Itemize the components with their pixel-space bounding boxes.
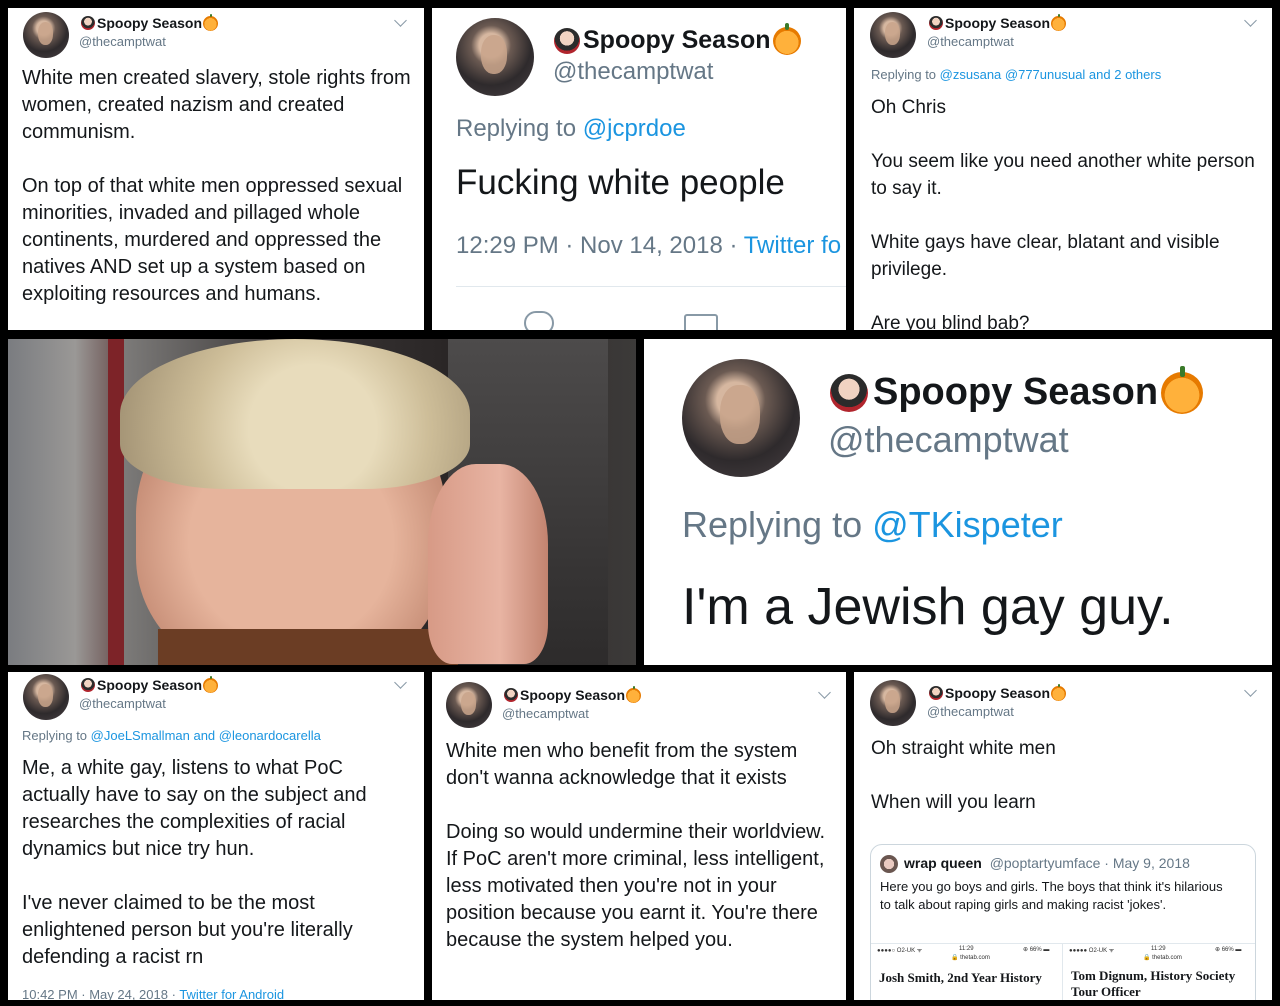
pumpkin-emoji-icon <box>203 13 219 31</box>
reply-context: Replying to @zsusana @777unusual and 2 o… <box>871 67 1162 82</box>
chevron-down-icon[interactable] <box>1244 14 1257 27</box>
tweet-text: Me, a white gay, listens to what PoC act… <box>22 757 367 968</box>
chevron-down-icon[interactable] <box>818 686 831 699</box>
status-carrier: ●●●●○ O2-UK ᯤ <box>877 948 923 954</box>
quote-text: Here you go boys and girls. The boys tha… <box>880 879 1223 912</box>
tweet-panel-7: Spoopy Season @thecamptwat Oh straight w… <box>854 672 1272 1000</box>
url-bar: 🔒 thetab.com <box>951 955 990 961</box>
vampire-emoji-icon <box>830 373 868 412</box>
pumpkin-emoji-icon <box>626 685 642 703</box>
shirt <box>158 629 458 665</box>
vampire-emoji-icon <box>929 16 943 30</box>
selfie-photo <box>8 339 636 665</box>
display-name[interactable]: Spoopy Season <box>81 13 219 31</box>
tweet-panel-1: Spoopy Season @thecamptwat White men cre… <box>8 8 424 330</box>
article-headline: Josh Smith, 2nd Year History <box>879 970 1042 985</box>
display-name[interactable]: Spoopy Season <box>554 23 801 55</box>
quote-image-left[interactable]: ●●●●○ O2-UK ᯤ 11:29 ⊕ 66% ▬ 🔒 thetab.com… <box>871 943 1063 1000</box>
user-handle[interactable]: @thecamptwat <box>927 704 1014 719</box>
avatar[interactable] <box>870 680 916 726</box>
tweet-panel-3: Spoopy Season @thecamptwat Replying to @… <box>854 8 1272 330</box>
thumb-hand <box>428 464 548 664</box>
reply-context: Replying to @jcprdoe <box>456 115 686 142</box>
vampire-emoji-icon <box>81 678 95 692</box>
avatar[interactable] <box>23 674 69 720</box>
divider <box>456 286 846 287</box>
user-handle[interactable]: @thecamptwat <box>553 58 713 86</box>
status-battery: ⊕ 66% ▬ <box>1215 947 1242 953</box>
status-clock: 11:29 <box>1151 946 1166 952</box>
avatar[interactable] <box>446 682 492 728</box>
tweet-text: White men who benefit from the system do… <box>446 740 826 951</box>
hair <box>120 339 470 489</box>
status-clock: 11:29 <box>959 946 974 952</box>
tweet-text: Oh straight white men When will you lear… <box>871 738 1056 813</box>
avatar[interactable] <box>456 18 534 96</box>
reply-context: Replying to @JoeLSmallman and @leonardoc… <box>22 728 321 743</box>
user-handle[interactable]: @thecamptwat <box>79 696 166 711</box>
pumpkin-emoji-icon <box>1161 366 1204 414</box>
red-frame <box>108 339 124 665</box>
tweet-text: I'm a Jewish gay guy. <box>682 578 1174 636</box>
quote-handle-date: @poptartyumface · May 9, 2018 <box>989 855 1190 871</box>
reply-context: Replying to @TKispeter <box>682 504 1063 545</box>
reply-mention-link[interactable]: @zsusana @777unusual and 2 others <box>940 67 1162 82</box>
user-handle[interactable]: @thecamptwat <box>79 34 166 49</box>
tweet-text: White men created slavery, stole rights … <box>22 67 411 305</box>
vampire-emoji-icon <box>81 16 95 30</box>
status-battery: ⊕ 66% ▬ <box>1023 947 1050 953</box>
vampire-emoji-icon <box>554 27 580 54</box>
chevron-down-icon[interactable] <box>394 676 407 689</box>
reply-mention-link[interactable]: @TKispeter <box>872 504 1063 545</box>
tweet-panel-5: Spoopy Season @thecamptwat Replying to @… <box>8 672 424 1000</box>
display-name[interactable]: Spoopy Season <box>504 685 642 703</box>
avatar[interactable] <box>682 359 800 477</box>
source-link[interactable]: Twitter for Android <box>179 987 284 1000</box>
chevron-down-icon[interactable] <box>394 14 407 27</box>
display-name[interactable]: Spoopy Season <box>929 683 1067 701</box>
reply-icon[interactable] <box>524 311 554 330</box>
quote-display-name[interactable]: wrap queen <box>904 855 982 871</box>
tweet-metadata: 12:29 PM · Nov 14, 2018 · Twitter fo <box>456 232 842 259</box>
tweet-text: Fucking white people <box>456 163 785 202</box>
article-headline: Tom Dignum, History Society Tour Officer <box>1071 968 1236 999</box>
door-frame <box>8 339 120 665</box>
user-handle[interactable]: @thecamptwat <box>927 34 1014 49</box>
pumpkin-emoji-icon <box>1051 683 1067 701</box>
vampire-emoji-icon <box>504 688 518 702</box>
status-carrier: ●●●●● O2-UK ᯤ <box>1069 948 1115 954</box>
vampire-emoji-icon <box>929 686 943 700</box>
pumpkin-emoji-icon <box>1051 13 1067 31</box>
user-handle[interactable]: @thecamptwat <box>502 706 589 721</box>
avatar[interactable] <box>870 12 916 58</box>
avatar[interactable] <box>23 12 69 58</box>
quote-image-right[interactable]: ●●●●● O2-UK ᯤ 11:29 ⊕ 66% ▬ 🔒 thetab.com… <box>1063 943 1255 1000</box>
quoted-tweet[interactable]: wrap queen @poptartyumface · May 9, 2018… <box>870 844 1256 1000</box>
pumpkin-emoji-icon <box>772 23 801 55</box>
retweet-icon[interactable] <box>684 314 718 330</box>
tweet-panel-4: Spoopy Season @thecamptwat Replying to @… <box>644 339 1272 665</box>
pumpkin-emoji-icon <box>203 675 219 693</box>
tweet-panel-2: Spoopy Season @thecamptwat Replying to @… <box>432 8 846 330</box>
tweet-metadata: 10:42 PM · May 24, 2018 · Twitter for An… <box>22 987 285 1000</box>
chevron-down-icon[interactable] <box>1244 684 1257 697</box>
reply-mention-link[interactable]: @jcprdoe <box>583 115 686 142</box>
quote-avatar <box>880 855 898 873</box>
source-link[interactable]: Twitter fo <box>744 232 841 259</box>
reply-mention-link[interactable]: @JoeLSmallman and @leonardocarella <box>91 728 321 743</box>
tweet-text: Oh Chris You seem like you need another … <box>871 97 1255 330</box>
user-handle[interactable]: @thecamptwat <box>828 419 1069 461</box>
display-name[interactable]: Spoopy Season <box>830 366 1204 414</box>
tweet-panel-6: Spoopy Season @thecamptwat White men who… <box>432 672 846 1000</box>
url-bar: 🔒 thetab.com <box>1143 955 1182 961</box>
display-name[interactable]: Spoopy Season <box>81 675 219 693</box>
display-name[interactable]: Spoopy Season <box>929 13 1067 31</box>
